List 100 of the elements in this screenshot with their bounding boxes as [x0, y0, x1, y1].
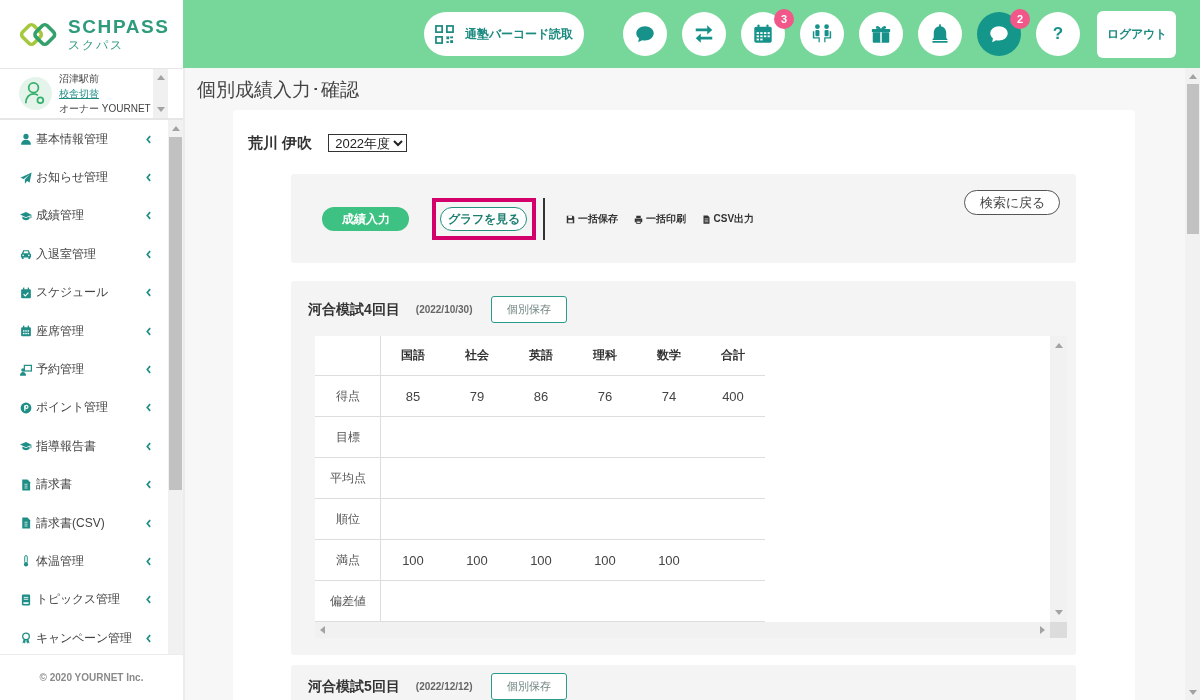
- column-header: 理科: [573, 336, 637, 376]
- menu-item[interactable]: トピックス管理: [0, 580, 168, 620]
- coin-icon: [20, 401, 32, 414]
- award-icon: [20, 632, 32, 645]
- save-button[interactable]: 個別保存: [490, 673, 567, 700]
- logo-subtitle: スクパス: [68, 39, 125, 51]
- scroll-down-icon[interactable]: [156, 107, 165, 112]
- person-icon: [20, 133, 32, 146]
- table-cell: 74: [637, 375, 701, 417]
- scroll-down-icon[interactable]: [1188, 690, 1197, 695]
- avatar-icon: [19, 77, 52, 110]
- scroll-up-icon[interactable]: [1054, 343, 1063, 348]
- menu-item[interactable]: 座席管理: [0, 311, 168, 351]
- scrollbar[interactable]: [168, 120, 183, 654]
- menu-item[interactable]: 指導報告書: [0, 427, 168, 466]
- column-header: 合計: [701, 336, 765, 376]
- notification-count: 3: [774, 9, 794, 29]
- exam-title: 河合模試4回目: [308, 300, 400, 319]
- menu-item[interactable]: 体温管理: [0, 542, 168, 581]
- scroll-up-icon[interactable]: [171, 126, 180, 131]
- logout-button[interactable]: ログアウト: [1097, 10, 1176, 58]
- graduation-cap-icon: [20, 440, 32, 453]
- scrollbar-corner: [1050, 622, 1067, 638]
- exam-date: (2022/10/30): [415, 304, 473, 315]
- menu-item[interactable]: スケジュール: [0, 273, 168, 312]
- logo-name: SCHPASS: [68, 17, 170, 36]
- row-header: 平均点: [315, 457, 381, 499]
- menu-item[interactable]: 基本情報管理: [0, 120, 168, 159]
- calendar-icon: [752, 23, 774, 45]
- row-header: 順位: [315, 498, 381, 540]
- people-icon: [811, 23, 833, 45]
- row-header: 満点: [315, 539, 381, 581]
- calendar-check-icon: [20, 286, 32, 299]
- chat-icon: [634, 23, 656, 45]
- bell-icon: [929, 23, 951, 45]
- book-icon: [20, 593, 32, 606]
- printer-icon: [633, 214, 643, 224]
- school-name: 沼津駅前: [59, 72, 99, 86]
- table-cell: 100: [380, 539, 445, 581]
- menu-item[interactable]: 予約管理: [0, 350, 168, 389]
- copyright: © 2020 YOURNET Inc.: [39, 672, 144, 683]
- table-cell: 100: [637, 539, 701, 581]
- row-header: 得点: [315, 375, 381, 417]
- exam-date: (2022/12/12): [415, 681, 473, 692]
- graduation-cap-icon: [20, 209, 32, 222]
- table-cell: 400: [701, 375, 765, 417]
- mode-tab[interactable]: グラフを見る: [440, 207, 527, 231]
- gift-button[interactable]: [859, 12, 903, 56]
- scroll-up-icon[interactable]: [156, 75, 165, 80]
- bell-button[interactable]: [918, 12, 962, 56]
- barcode-reader-button[interactable]: 通塾バーコード読取: [424, 12, 584, 56]
- scrollbar-thumb[interactable]: [1186, 84, 1199, 234]
- invoice-icon: [20, 517, 32, 530]
- menu-item[interactable]: 成績管理: [0, 196, 168, 236]
- calendar-button[interactable]: [741, 12, 785, 56]
- menu-item[interactable]: お知らせ管理: [0, 158, 168, 197]
- school-switch-link[interactable]: 校舎切替: [59, 86, 99, 101]
- menu-item[interactable]: 請求書(CSV): [0, 503, 168, 543]
- table-cell: 86: [509, 375, 573, 417]
- scrollbar[interactable]: [1185, 68, 1200, 700]
- presenter-icon: [20, 363, 32, 376]
- column-header: 国語: [380, 336, 445, 376]
- menu-item[interactable]: 入退室管理: [0, 235, 168, 274]
- calendar-icon: [20, 325, 32, 338]
- people-button[interactable]: [800, 12, 844, 56]
- scrollbar-thumb[interactable]: [169, 137, 182, 490]
- print-all-button[interactable]: 一括印刷: [633, 212, 686, 226]
- exchange-button[interactable]: [682, 12, 726, 56]
- chat-icon: [988, 23, 1010, 45]
- table-cell: 100: [445, 539, 509, 581]
- help-button[interactable]: ?: [1036, 12, 1080, 56]
- invoice-icon: [20, 478, 32, 491]
- student-name: 荒川 伊吹: [248, 133, 313, 153]
- scroll-down-icon[interactable]: [1054, 610, 1063, 615]
- menu-item[interactable]: ポイント管理: [0, 388, 168, 428]
- table-cell: 100: [509, 539, 573, 581]
- scroll-right-icon[interactable]: [1040, 626, 1045, 634]
- menu-item[interactable]: 請求書: [0, 465, 168, 504]
- scrollbar[interactable]: [153, 69, 168, 118]
- row-header: 偏差値: [315, 580, 381, 622]
- gift-icon: [870, 23, 892, 45]
- column-header: 社会: [445, 336, 509, 376]
- column-header: 数学: [637, 336, 701, 376]
- save-button[interactable]: 個別保存: [490, 296, 567, 323]
- save-all-button[interactable]: 一括保存: [565, 212, 618, 226]
- table-cell: 85: [380, 375, 445, 417]
- back-to-search-button[interactable]: 検索に戻る: [964, 190, 1060, 215]
- csv-export-button[interactable]: CSV出力: [701, 212, 755, 226]
- paper-plane-icon: [20, 171, 32, 184]
- row-header: 目標: [315, 416, 381, 458]
- menu-item[interactable]: キャンペーン管理: [0, 619, 168, 654]
- column-header: 英語: [509, 336, 573, 376]
- notification-count: 2: [1010, 9, 1030, 29]
- scroll-up-icon[interactable]: [1188, 74, 1197, 79]
- page-title: 個別成績入力･確認: [197, 78, 360, 102]
- year-select[interactable]: 2022年度: [328, 134, 408, 152]
- scroll-left-icon[interactable]: [320, 626, 325, 634]
- chat-button[interactable]: [977, 12, 1021, 56]
- exam-title: 河合模試5回目: [308, 677, 400, 696]
- chat-button[interactable]: [623, 12, 667, 56]
